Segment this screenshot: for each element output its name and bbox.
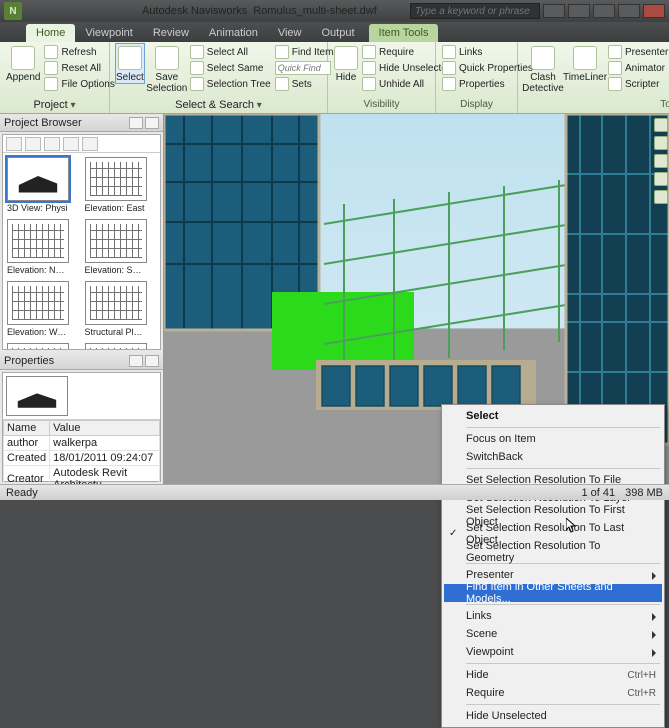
ctx-switchback[interactable]: SwitchBack — [444, 448, 662, 466]
property-row[interactable]: Created18/01/2011 09:24:07 — [4, 451, 160, 466]
nav-wheel-icon[interactable] — [654, 118, 668, 132]
thumbnail-caption: Elevation: North — [7, 265, 69, 275]
select-button[interactable]: Select — [116, 44, 144, 83]
ctx-header: Select — [444, 407, 662, 425]
property-row[interactable]: authorwalkerpa — [4, 436, 160, 451]
thumbnail-caption: Elevation: West — [7, 327, 69, 337]
refresh-button[interactable]: Refresh — [44, 44, 114, 60]
ctx-focus-item[interactable]: Focus on Item — [444, 430, 662, 448]
sheet-thumbnail[interactable]: 3D View: Physi — [7, 157, 79, 213]
panel-close-icon[interactable] — [145, 355, 159, 367]
prop-col-value[interactable]: Value — [50, 421, 160, 436]
chevron-right-icon — [652, 649, 656, 657]
reset-all-button[interactable]: Reset All — [44, 60, 114, 76]
file-options-button[interactable]: File Options — [44, 76, 114, 92]
maximize-button[interactable] — [618, 4, 640, 18]
ctx-viewpoint[interactable]: Viewpoint — [444, 643, 662, 661]
panel-close-icon[interactable] — [145, 117, 159, 129]
star-icon[interactable] — [543, 4, 565, 18]
ribbon: Append Refresh Reset All File Options Pr… — [0, 42, 669, 114]
thumbnail-caption: 3D View: Physi — [7, 203, 69, 213]
ctx-res-geometry[interactable]: Set Selection Resolution To Geometry — [444, 543, 662, 561]
tab-item-tools[interactable]: Item Tools — [369, 24, 439, 42]
panel-pin-icon[interactable] — [129, 355, 143, 367]
prop-col-name[interactable]: Name — [4, 421, 50, 436]
tab-review[interactable]: Review — [143, 24, 199, 42]
selection-tree-button[interactable]: Selection Tree — [190, 76, 271, 92]
select-all-button[interactable]: Select All — [190, 44, 271, 60]
tab-home[interactable]: Home — [26, 24, 75, 42]
thumbnail-caption: Elevation: South — [85, 265, 147, 275]
chevron-right-icon — [652, 613, 656, 621]
context-menu: Select Focus on Item SwitchBack Set Sele… — [441, 404, 665, 728]
thumbnail-caption: Elevation: East — [85, 203, 147, 213]
look-icon[interactable] — [654, 190, 668, 204]
properties-header[interactable]: Properties — [0, 352, 163, 370]
pan-icon[interactable] — [654, 136, 668, 150]
group-display-label: Display — [442, 99, 511, 113]
check-icon: ✓ — [449, 528, 457, 539]
tab-output[interactable]: Output — [312, 24, 365, 42]
hide-button[interactable]: Hide — [334, 44, 358, 83]
browser-up-button[interactable] — [44, 137, 60, 151]
help-icon[interactable] — [568, 4, 590, 18]
group-tools-label: Tools — [524, 99, 669, 113]
project-browser: 3D View: Physi Elevation: East Elevation: … — [2, 134, 161, 350]
sheet-thumbnail[interactable] — [7, 343, 79, 349]
ctx-presenter[interactable]: Presenter — [444, 566, 662, 584]
ribbon-tabstrip: Home Viewpoint Review Animation View Out… — [0, 22, 669, 42]
group-visibility-label: Visibility — [334, 99, 429, 113]
ctx-scene[interactable]: Scene — [444, 625, 662, 643]
browser-view-button[interactable] — [63, 137, 79, 151]
sheet-thumbnail[interactable]: Structural Plan... — [85, 281, 157, 337]
ctx-links[interactable]: Links — [444, 607, 662, 625]
status-bar: Ready 1 of 41 398 MB — [0, 484, 669, 500]
animator-button[interactable]: Animator — [608, 60, 668, 76]
ctx-require[interactable]: RequireCtrl+R — [444, 684, 662, 702]
group-select-label: Select & Search ▾ — [116, 99, 321, 113]
help-search-input[interactable] — [410, 3, 540, 19]
browser-forward-button[interactable] — [25, 137, 41, 151]
sheet-thumbnail[interactable]: Elevation: North — [7, 219, 79, 275]
minimize-button[interactable] — [593, 4, 615, 18]
ctx-hide[interactable]: HideCtrl+H — [444, 666, 662, 684]
tab-viewpoint[interactable]: Viewpoint — [75, 24, 143, 42]
browser-refresh-button[interactable] — [82, 137, 98, 151]
tab-animation[interactable]: Animation — [199, 24, 268, 42]
chevron-right-icon — [652, 631, 656, 639]
tab-view[interactable]: View — [268, 24, 312, 42]
orbit-icon[interactable] — [654, 172, 668, 186]
group-project-label: Project ▾ — [6, 99, 103, 113]
project-browser-header[interactable]: Project Browser — [0, 114, 163, 132]
select-same-button[interactable]: Select Same — [190, 60, 271, 76]
sheet-thumbnail[interactable]: Elevation: West — [7, 281, 79, 337]
viewport-3d[interactable]: Select Focus on Item SwitchBack Set Sele… — [164, 114, 669, 484]
ctx-res-last-object[interactable]: ✓Set Selection Resolution To Last Object — [444, 525, 662, 543]
sheet-thumbnail[interactable] — [85, 343, 157, 349]
browser-back-button[interactable] — [6, 137, 22, 151]
save-selection-button[interactable]: Save Selection — [148, 44, 186, 94]
chevron-right-icon — [652, 572, 656, 580]
panel-pin-icon[interactable] — [129, 117, 143, 129]
status-ready: Ready — [6, 487, 38, 499]
sheet-thumbnail[interactable]: Elevation: South — [85, 219, 157, 275]
clash-detective-button[interactable]: Clash Detective — [524, 44, 562, 94]
properties-panel: NameValue authorwalkerpaCreated18/01/201… — [2, 372, 161, 482]
append-button[interactable]: Append — [6, 44, 40, 83]
zoom-icon[interactable] — [654, 154, 668, 168]
window-title: Autodesk Navisworks Romulus_multi-sheet.… — [142, 5, 377, 17]
app-icon[interactable]: N — [4, 2, 22, 20]
scripter-button[interactable]: Scripter — [608, 76, 668, 92]
presenter-button[interactable]: Presenter — [608, 44, 668, 60]
status-page: 1 of 41 — [581, 487, 615, 499]
status-memory: 398 MB — [625, 487, 663, 499]
ctx-find-item-other-sheets[interactable]: Find Item in Other Sheets and Models... — [444, 584, 662, 602]
ctx-hide-unselected[interactable]: Hide Unselected — [444, 707, 662, 725]
thumbnail-caption: Structural Plan... — [85, 327, 147, 337]
side-panel: Project Browser 3D View: Physi Elevation:… — [0, 114, 164, 484]
close-button[interactable] — [643, 4, 665, 18]
sheet-thumbnail[interactable]: Elevation: East — [85, 157, 157, 213]
timeliner-button[interactable]: TimeLiner — [566, 44, 604, 83]
